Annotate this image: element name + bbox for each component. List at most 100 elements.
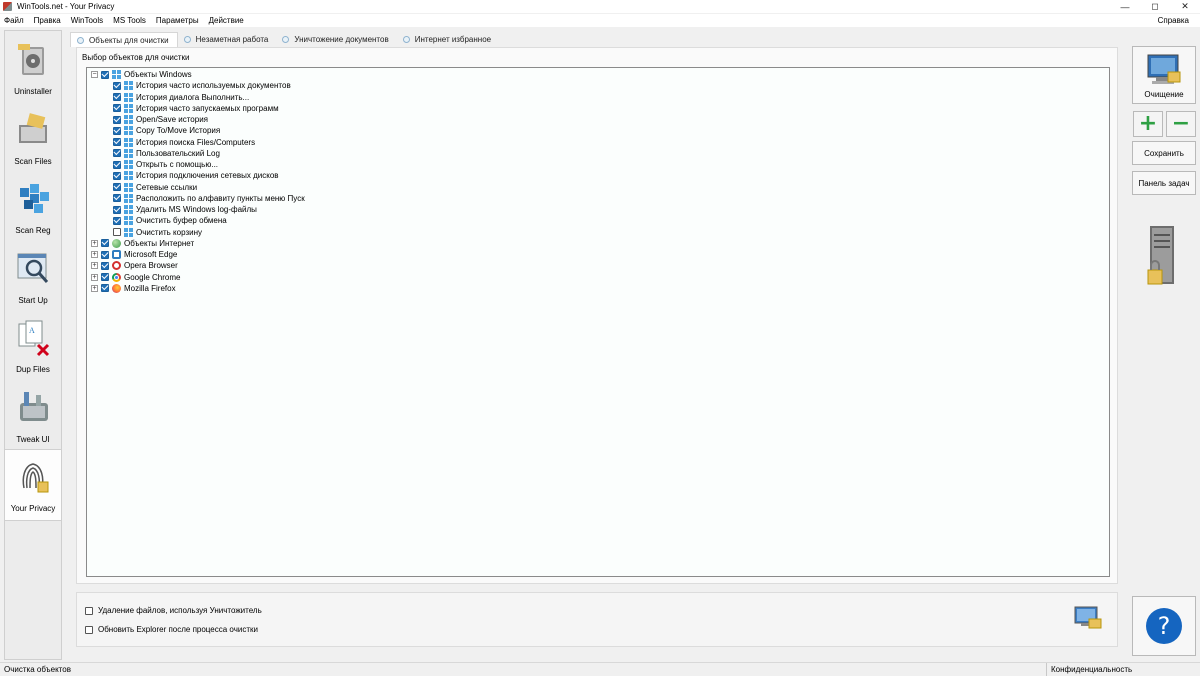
tree-item-label: Очистить корзину (136, 227, 202, 237)
tree-row[interactable]: История диалога Выполнить... (113, 92, 249, 103)
tree-row[interactable]: Удалить MS Windows log-файлы (113, 204, 257, 215)
clean-button[interactable]: Очищение (1132, 46, 1196, 104)
minimize-button[interactable]: — (1110, 0, 1140, 13)
tree-row[interactable]: + Google Chrome (91, 272, 180, 283)
tree-checkbox[interactable] (113, 104, 121, 113)
tree-row[interactable]: + Объекты Интернет (91, 238, 194, 249)
win-icon (124, 115, 133, 124)
tab-internet-favorites[interactable]: Интернет избранное (397, 32, 499, 47)
win-icon (112, 70, 121, 79)
menu-parameters[interactable]: Параметры (151, 16, 204, 25)
objects-tree[interactable]: − Объекты Windows История часто используем… (86, 67, 1110, 577)
tree-checkbox[interactable] (113, 183, 121, 191)
tree-checkbox[interactable] (101, 250, 109, 259)
option-label: Удаление файлов, используя Уничтожитель (98, 606, 262, 615)
sidebar-item-scan-reg[interactable]: Scan Reg (5, 172, 61, 240)
tree-row[interactable]: Очистить буфер обмена (113, 215, 227, 226)
tree-checkbox[interactable] (113, 115, 121, 124)
win-icon (124, 182, 133, 192)
shredder-checkbox[interactable] (85, 606, 93, 615)
tree-row[interactable]: + Mozilla Firefox (91, 283, 176, 294)
expand-icon[interactable]: + (91, 284, 98, 292)
win-icon (124, 160, 133, 169)
tree-row[interactable]: Пользовательский Log (113, 148, 220, 159)
tree-checkbox[interactable] (113, 160, 121, 169)
add-button[interactable]: + (1133, 111, 1163, 137)
tree-row[interactable]: Открыть с помощью... (113, 159, 218, 170)
tree-checkbox[interactable] (113, 205, 121, 214)
tree-item-label: История подключения сетевых дисков (136, 171, 279, 181)
tree-checkbox[interactable] (113, 81, 121, 90)
sidebar-item-label: Scan Files (14, 157, 52, 166)
tree-checkbox[interactable] (113, 194, 121, 203)
close-button[interactable]: ✕ (1170, 0, 1200, 13)
help-button[interactable]: ? (1146, 608, 1182, 644)
menu-ms-tools[interactable]: MS Tools (108, 16, 151, 25)
tree-checkbox[interactable] (101, 261, 109, 270)
tab-document-shredder[interactable]: Уничтожение документов (276, 32, 396, 47)
tree-row[interactable]: − Объекты Windows (91, 69, 192, 80)
sidebar-item-scan-files[interactable]: Scan Files (5, 103, 61, 171)
menu-edit[interactable]: Правка (29, 16, 66, 25)
tree-checkbox[interactable] (113, 138, 121, 146)
tree-row[interactable]: Сетевые ссылки (113, 182, 197, 193)
tree-row[interactable]: + Opera Browser (91, 260, 178, 271)
refresh-explorer-checkbox[interactable] (85, 625, 93, 634)
tab-stealth-mode[interactable]: Незаметная работа (178, 32, 277, 47)
remove-button[interactable]: − (1166, 111, 1196, 137)
tree-checkbox[interactable] (113, 149, 121, 158)
tree-row[interactable]: Очистить корзину (113, 227, 202, 238)
tree-row[interactable]: История поиска Files/Computers (113, 137, 255, 148)
tree-row[interactable]: Расположить по алфавиту пункты меню Пуск (113, 193, 305, 204)
tree-row[interactable]: История часто запускаемых программ (113, 103, 279, 114)
tree-checkbox[interactable] (101, 284, 109, 293)
expand-icon[interactable]: + (91, 273, 98, 281)
tree-row[interactable]: + Microsoft Edge (91, 249, 177, 260)
save-button[interactable]: Сохранить (1132, 141, 1196, 165)
tree-checkbox[interactable] (101, 273, 109, 281)
taskbar-button-label: Панель задач (1138, 178, 1190, 188)
taskbar-button[interactable]: Панель задач (1132, 171, 1196, 195)
tree-row[interactable]: История часто используемых документов (113, 80, 291, 91)
tree-checkbox[interactable] (101, 239, 109, 248)
expand-icon[interactable]: + (91, 251, 98, 258)
svg-text:A: A (29, 326, 35, 335)
tree-item-label: Google Chrome (124, 272, 181, 282)
win-icon (124, 137, 133, 147)
maximize-button[interactable]: ◻ (1140, 0, 1170, 13)
tree-checkbox[interactable] (113, 126, 121, 135)
menu-file[interactable]: Файл (0, 16, 29, 25)
menu-help[interactable]: Справка (1153, 14, 1194, 27)
tree-checkbox[interactable] (113, 228, 121, 236)
sidebar-item-uninstaller[interactable]: Uninstaller (5, 33, 61, 101)
computer-clean-icon[interactable] (1073, 605, 1103, 631)
uninstaller-icon (18, 44, 44, 75)
help-panel: ? (1132, 596, 1196, 656)
sidebar-item-your-privacy[interactable]: Your Privacy (5, 449, 61, 521)
tab-cleanup-objects[interactable]: Объекты для очистки (70, 32, 178, 47)
option-refresh-explorer[interactable]: Обновить Explorer после процесса очистки (85, 625, 258, 634)
win-icon (124, 227, 133, 237)
option-shredder[interactable]: Удаление файлов, используя Уничтожитель (85, 606, 262, 615)
tree-item-label: Сетевые ссылки (136, 182, 198, 192)
collapse-icon[interactable]: − (91, 71, 98, 78)
expand-icon[interactable]: + (91, 239, 98, 247)
window-title: WinTools.net - Your Privacy (17, 2, 115, 11)
win-icon (124, 92, 133, 102)
tree-row[interactable]: История подключения сетевых дисков (113, 170, 279, 181)
expand-icon[interactable]: + (91, 262, 98, 270)
tree-checkbox[interactable] (101, 70, 109, 79)
tree-row[interactable]: Copy To/Move История (113, 125, 220, 136)
menu-action[interactable]: Действие (204, 16, 249, 25)
sidebar-item-start-up[interactable]: Start Up (5, 242, 61, 310)
tree-checkbox[interactable] (113, 171, 121, 180)
tree-item-label: Объекты Windows (124, 70, 192, 79)
tree-checkbox[interactable] (113, 216, 121, 225)
tree-row[interactable]: Open/Save история (113, 114, 208, 125)
sidebar-item-tweak-ui[interactable]: Tweak UI (5, 381, 61, 449)
plus-icon: + (1138, 111, 1158, 136)
sidebar-item-dup-files[interactable]: A Dup Files (5, 311, 61, 379)
tree-checkbox[interactable] (113, 93, 121, 101)
tree-item-label: Open/Save история (136, 115, 208, 124)
menu-wintools[interactable]: WinTools (66, 16, 108, 25)
